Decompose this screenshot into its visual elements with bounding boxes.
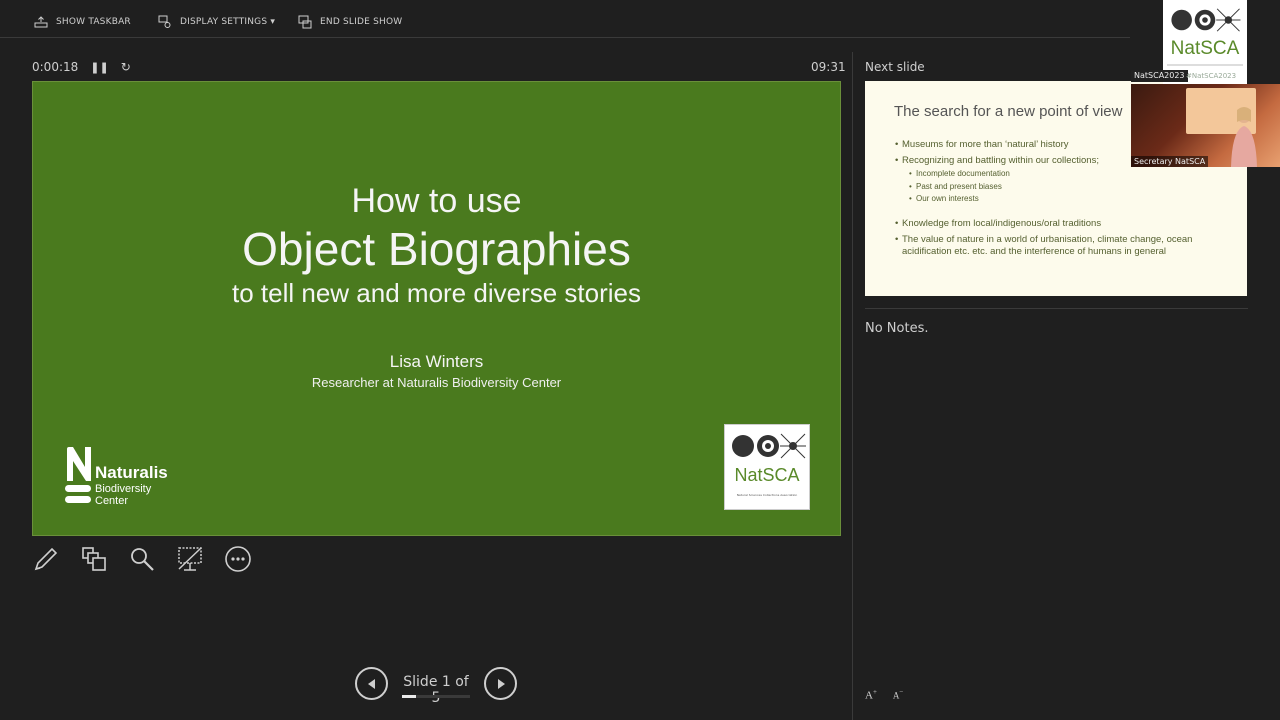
top-toolbar: SHOW TASKBAR DISPLAY SETTINGS ▾ END SLID… bbox=[0, 0, 1130, 38]
triangle-left-icon bbox=[367, 678, 375, 689]
pause-icon[interactable]: ❚❚ bbox=[90, 61, 108, 74]
elapsed-time: 0:00:18 bbox=[32, 60, 79, 74]
more-options-button[interactable] bbox=[224, 545, 252, 573]
show-taskbar-button[interactable]: SHOW TASKBAR bbox=[34, 14, 131, 30]
slide-author-role: Researcher at Naturalis Biodiversity Cen… bbox=[311, 375, 562, 390]
triangle-right-icon bbox=[497, 678, 505, 689]
black-screen-icon bbox=[178, 547, 202, 571]
presentation-timer: 0:00:18 ❚❚ ↻ bbox=[32, 60, 131, 74]
naturalis-subtitle: Biodiversity bbox=[95, 483, 152, 495]
next-slide-button[interactable] bbox=[484, 667, 517, 700]
slide-title-line2: Object Biographies bbox=[242, 223, 631, 275]
notes-divider bbox=[865, 308, 1248, 309]
slide-title-line1: How to use bbox=[351, 182, 522, 220]
increase-font-button[interactable]: A+ bbox=[865, 688, 877, 702]
notes-font-controls: A+ A− bbox=[865, 688, 903, 702]
restart-icon[interactable]: ↻ bbox=[121, 60, 131, 74]
natsca-wordmark: NatSCA bbox=[734, 465, 800, 485]
naturalis-bar bbox=[65, 496, 91, 503]
show-taskbar-label: SHOW TASKBAR bbox=[56, 17, 131, 27]
speaker-webcam: Secretary NatSCA bbox=[1131, 84, 1280, 167]
natsca-logo: NatSCA Natural Sciences Collections Asso… bbox=[724, 424, 810, 510]
display-settings-button[interactable]: DISPLAY SETTINGS ▾ bbox=[158, 14, 275, 30]
list-item: The value of nature in a world of urbani… bbox=[895, 234, 1235, 258]
next-slide-label: Next slide bbox=[865, 60, 925, 74]
slide-author: Lisa Winters bbox=[389, 352, 484, 371]
list-item: Past and present biases bbox=[895, 181, 1235, 194]
naturalis-bar bbox=[65, 485, 91, 492]
previous-slide-button[interactable] bbox=[355, 667, 388, 700]
zoom-icon bbox=[131, 548, 154, 571]
speaker-figure bbox=[1231, 107, 1257, 167]
current-time: 09:31 bbox=[811, 60, 846, 74]
zoom-button[interactable] bbox=[128, 545, 156, 573]
display-settings-icon bbox=[158, 15, 171, 28]
naturalis-subtitle: Center bbox=[95, 495, 129, 507]
speaker-notes[interactable]: No Notes. bbox=[865, 321, 929, 336]
slide-counter[interactable]: Slide 1 of 5 bbox=[400, 674, 472, 706]
webcam-hashtag: #NatSCA2023 bbox=[1186, 72, 1237, 80]
list-item: Incomplete documentation bbox=[895, 168, 1235, 181]
conference-logo-tagline bbox=[1167, 64, 1243, 66]
more-options-icon bbox=[225, 546, 251, 572]
current-slide[interactable]: How to use Object Biographies to tell ne… bbox=[32, 81, 841, 536]
black-screen-button[interactable] bbox=[176, 545, 204, 573]
list-item: Our own interests bbox=[895, 193, 1235, 206]
natsca-tagline: Natural Sciences Collections Association bbox=[736, 493, 798, 497]
naturalis-n-icon bbox=[67, 447, 91, 481]
slide-progress-bar bbox=[402, 695, 470, 698]
pen-tool-button[interactable] bbox=[32, 545, 60, 573]
taskbar-icon bbox=[34, 16, 48, 28]
conference-logo-wordmark: NatSCA bbox=[1170, 38, 1240, 59]
display-settings-label: DISPLAY SETTINGS ▾ bbox=[180, 17, 276, 27]
presenter-tools bbox=[32, 545, 252, 573]
panel-divider bbox=[852, 52, 853, 720]
see-all-slides-button[interactable] bbox=[80, 545, 108, 573]
natsca-emblem-icon bbox=[732, 433, 806, 459]
end-slide-show-label: END SLIDE SHOW bbox=[320, 17, 403, 27]
naturalis-logo: Naturalis Biodiversity Center bbox=[65, 447, 185, 511]
end-show-icon bbox=[298, 15, 312, 29]
list-item: Knowledge from local/indigenous/oral tra… bbox=[895, 218, 1235, 230]
next-slide-title: The search for a new point of view bbox=[894, 103, 1123, 120]
slides-grid-icon bbox=[82, 547, 106, 571]
pen-icon bbox=[34, 547, 58, 571]
decrease-font-button[interactable]: A− bbox=[893, 688, 903, 702]
slide-title-line3: to tell new and more diverse stories bbox=[232, 278, 641, 308]
webcam-event-label: NatSCA2023 bbox=[1131, 70, 1188, 82]
slide-progress-fill bbox=[402, 695, 416, 698]
webcam-name-label: Secretary NatSCA bbox=[1131, 156, 1209, 167]
naturalis-title: Naturalis bbox=[95, 463, 168, 482]
end-slide-show-button[interactable]: END SLIDE SHOW bbox=[298, 14, 402, 30]
natsca-emblem-icon bbox=[1171, 8, 1241, 32]
increase-font-label: A bbox=[865, 689, 873, 702]
